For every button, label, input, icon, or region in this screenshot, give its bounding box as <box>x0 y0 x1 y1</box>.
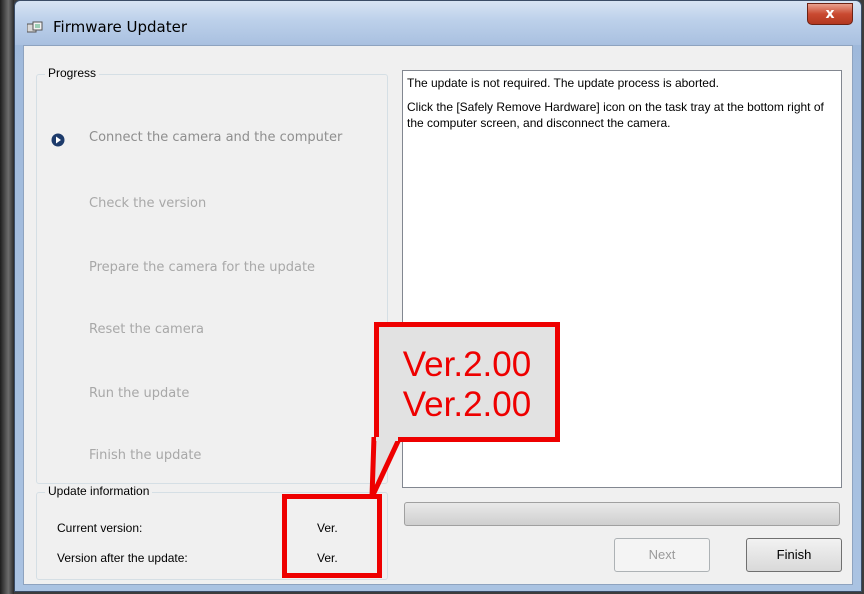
current-version-label: Current version: <box>57 521 143 535</box>
title-bar[interactable]: Firmware Updater x <box>15 1 861 45</box>
step-connect: Connect the camera and the computer <box>89 130 343 145</box>
current-step-arrow-icon <box>51 133 65 147</box>
progress-group-label: Progress <box>45 66 100 80</box>
step-run-update: Run the update <box>89 386 190 401</box>
status-message-line-1: The update is not required. The update p… <box>407 76 719 90</box>
version-highlight-frame <box>282 494 382 578</box>
update-progress-bar <box>404 502 840 526</box>
close-icon: x <box>825 6 835 22</box>
progress-group: Progress Connect the camera and the comp… <box>36 66 388 484</box>
step-check-version: Check the version <box>89 196 207 211</box>
desktop-edge <box>0 0 14 594</box>
window-title: Firmware Updater <box>53 18 188 36</box>
finish-button[interactable]: Finish <box>746 538 842 572</box>
next-button[interactable]: Next <box>614 538 710 572</box>
version-callout: Ver.2.00 Ver.2.00 <box>374 322 560 442</box>
app-icon <box>27 21 43 33</box>
version-after-update-label: Version after the update: <box>57 551 188 565</box>
step-prepare-camera: Prepare the camera for the update <box>89 260 316 275</box>
close-button[interactable]: x <box>807 3 853 25</box>
callout-after-version: Ver.2.00 <box>402 385 532 424</box>
firmware-updater-window: Firmware Updater x Progress Connect the … <box>14 0 862 592</box>
status-message-line-2: Click the [Safely Remove Hardware] icon … <box>407 100 824 130</box>
step-reset-camera: Reset the camera <box>89 322 205 337</box>
callout-current-version: Ver.2.00 <box>402 345 532 384</box>
dialog-body: Progress Connect the camera and the comp… <box>23 45 853 585</box>
step-finish-update: Finish the update <box>89 448 202 463</box>
update-information-label: Update information <box>45 484 153 498</box>
callout-pointer <box>369 437 403 499</box>
